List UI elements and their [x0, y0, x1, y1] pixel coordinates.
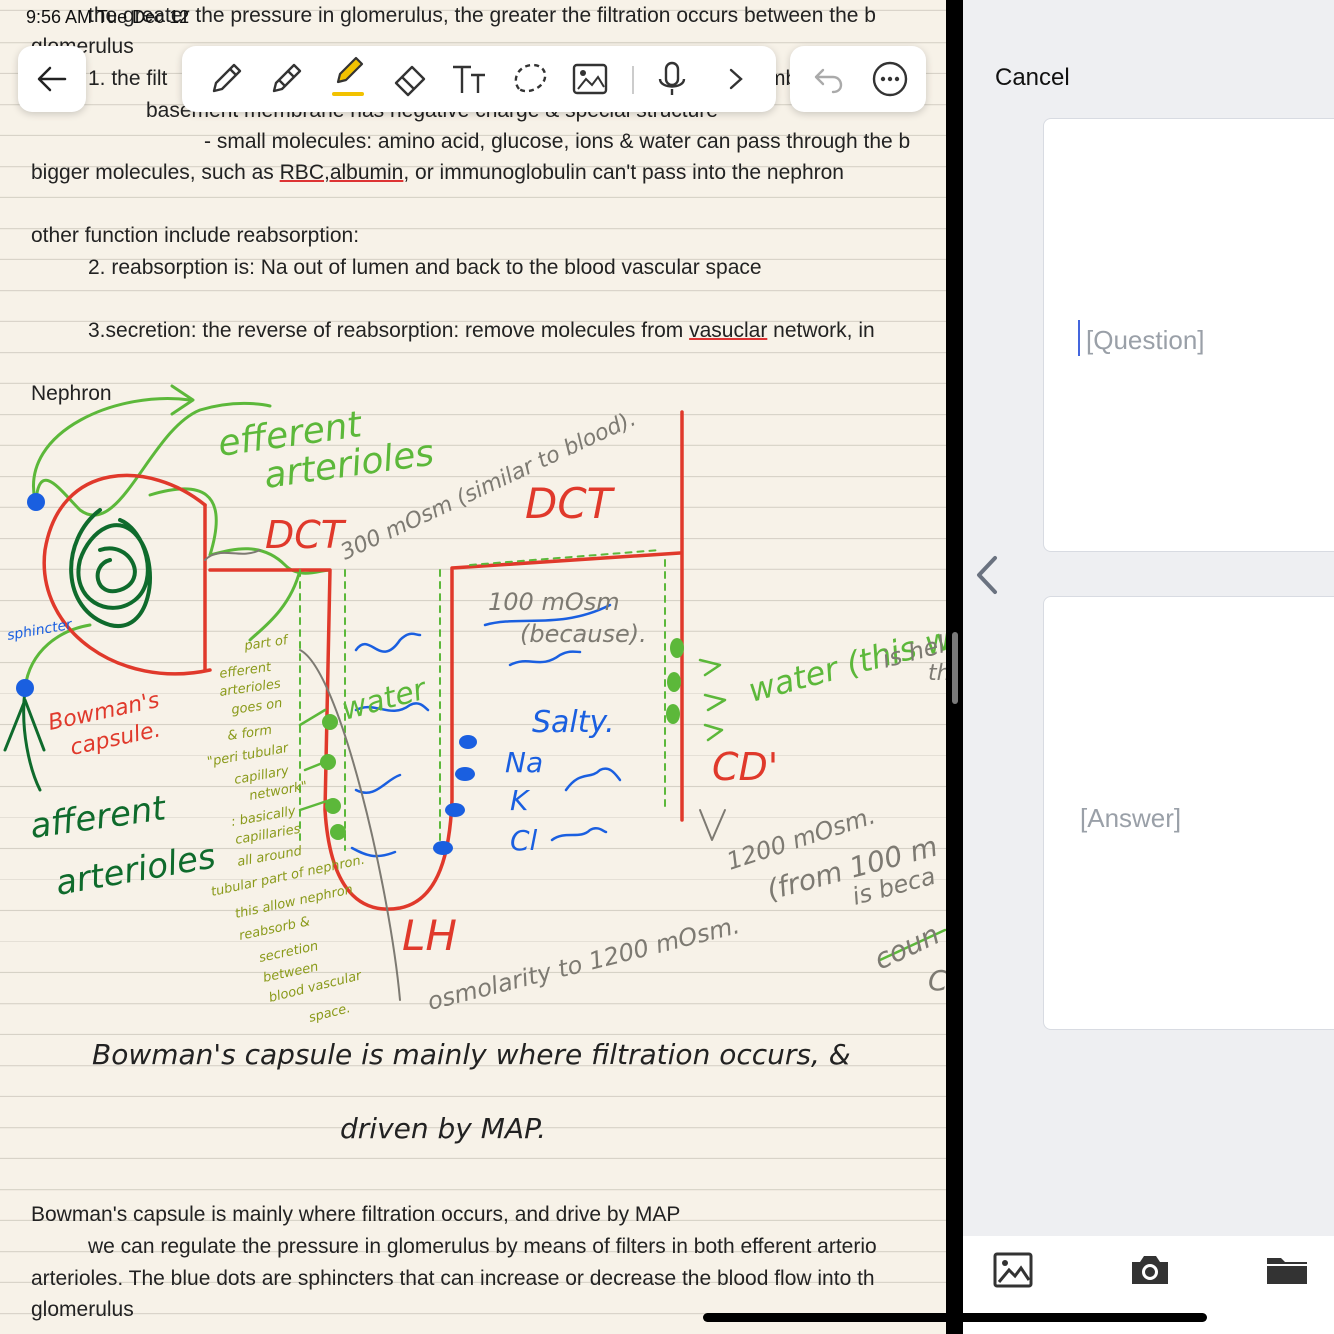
- hw-osm100: 100 mOsm: [488, 588, 620, 616]
- hw-salty: Salty.: [532, 705, 615, 740]
- split-view-handle[interactable]: [952, 632, 958, 704]
- note-bottom-3: arterioles. The blue dots are sphincters…: [31, 1267, 875, 1290]
- status-time: 9:56 AM: [26, 7, 93, 27]
- arrow-left-icon: [30, 57, 74, 101]
- hw-water-mid: water: [338, 671, 431, 727]
- note-line-9: 3.secretion: the reverse of reabsorption…: [88, 319, 875, 342]
- svg-text:space.: space.: [307, 1001, 352, 1026]
- svg-text:goes on: goes on: [230, 696, 283, 718]
- notes-canvas[interactable]: the greater the pressure in glomerulus, …: [0, 0, 946, 1334]
- hw-because: (because).: [520, 620, 647, 648]
- pencil-icon[interactable]: [264, 57, 308, 101]
- lasso-icon[interactable]: [508, 57, 552, 101]
- text-caret: [1078, 320, 1080, 356]
- hw-dct-left: DCT: [265, 513, 347, 557]
- eraser-icon[interactable]: [388, 57, 432, 101]
- home-indicator[interactable]: [703, 1313, 1207, 1322]
- photo-library-icon[interactable]: [989, 1250, 1037, 1290]
- note-line-5: - small molecules: amino acid, glucose, …: [204, 130, 911, 153]
- image-icon[interactable]: [568, 57, 612, 101]
- flashcard-panel: Cancel [Question] [Answer]: [963, 0, 1334, 1334]
- hw-arterioles2: arterioles: [53, 836, 219, 903]
- microphone-icon[interactable]: [650, 57, 694, 101]
- hw-dct-right: DCT: [525, 479, 616, 528]
- note-bottom-4: glomerulus: [31, 1298, 134, 1321]
- hw-lh: LH: [402, 911, 457, 960]
- toolbar-divider: [632, 66, 634, 94]
- status-date: Tue Dec 12: [96, 7, 190, 27]
- hw-afferent: afferent: [28, 788, 170, 847]
- text-icon[interactable]: [448, 57, 492, 101]
- hw-cd: CD': [712, 745, 778, 789]
- pen-icon[interactable]: [204, 57, 248, 101]
- svg-text:& form: & form: [226, 723, 272, 744]
- note-bottom-2: we can regulate the pressure in glomerul…: [88, 1235, 877, 1258]
- nephron-sketch: efferent arterioles DCT DCT 300 mOsm (si…: [3, 384, 946, 1026]
- folder-icon[interactable]: [1263, 1250, 1311, 1290]
- handwritten-line-1: Bowman's capsule is mainly where filtrat…: [92, 1038, 851, 1071]
- question-card[interactable]: [Question]: [1043, 118, 1334, 552]
- note-line-3: 1. the filt: [88, 67, 168, 90]
- cancel-button[interactable]: Cancel: [995, 64, 1070, 92]
- hw-th: th: [928, 661, 946, 686]
- hw-sphincter: sphincter: [6, 617, 74, 644]
- answer-placeholder: [Answer]: [1080, 803, 1182, 833]
- hw-c: C: [928, 964, 946, 997]
- note-line-7: other function include reabsorption:: [31, 224, 360, 247]
- note-line-6: bigger molecules, such as RBC,albumin, o…: [31, 161, 844, 184]
- note-line-1: the greater the pressure in glomerulus, …: [88, 4, 876, 27]
- camera-icon[interactable]: [1126, 1250, 1174, 1290]
- hw-cl: Cl: [510, 824, 538, 857]
- back-button[interactable]: [18, 46, 86, 112]
- note-line-8: 2. reabsorption is: Na out of lumen and …: [88, 256, 762, 279]
- svg-text:part of: part of: [242, 633, 290, 654]
- answer-card[interactable]: [Answer]: [1043, 596, 1334, 1030]
- undo-more-group: [790, 46, 926, 112]
- question-placeholder: [Question]: [1086, 325, 1205, 355]
- undo-icon[interactable]: [806, 57, 850, 101]
- handwritten-line-2: driven by MAP.: [340, 1112, 546, 1145]
- more-icon[interactable]: [868, 57, 912, 101]
- hw-k: K: [510, 784, 531, 817]
- svg-text:all around: all around: [236, 844, 304, 870]
- chevron-right-icon[interactable]: [714, 57, 758, 101]
- status-bar: 9:56 AM Tue Dec 12: [26, 7, 189, 28]
- chevron-left-icon[interactable]: [971, 550, 1007, 600]
- note-bottom-1: Bowman's capsule is mainly where filtrat…: [31, 1203, 681, 1226]
- highlighter-icon[interactable]: [326, 54, 370, 98]
- tool-palette: [182, 46, 776, 112]
- hw-na: Na: [505, 746, 543, 779]
- hw-osmolarity: osmolarity to 1200 mOsm.: [425, 911, 743, 1016]
